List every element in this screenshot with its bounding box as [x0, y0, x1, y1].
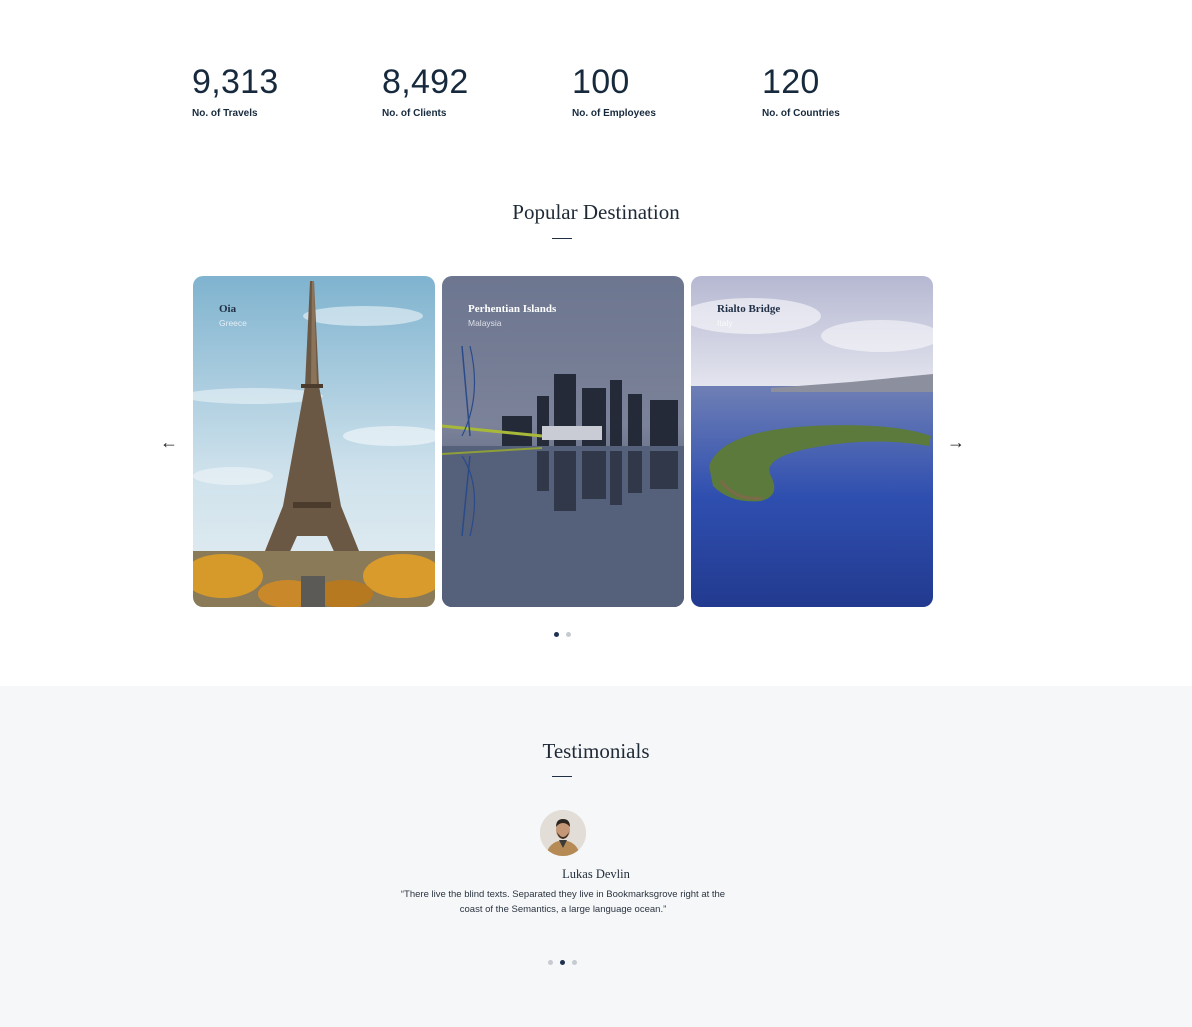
arrow-right-icon[interactable]: →: [944, 430, 968, 454]
pagination-dot[interactable]: [566, 632, 571, 637]
stat-label: No. of Clients: [382, 108, 447, 119]
arrow-left-icon[interactable]: ←: [157, 430, 181, 454]
pagination-dot[interactable]: [548, 960, 553, 965]
destination-title: Perhentian Islands: [468, 303, 557, 315]
stats-row: 9,313 No. of Travels 8,492 No. of Client…: [192, 62, 952, 132]
stat-value: 100: [572, 63, 630, 101]
stat-value: 8,492: [382, 63, 469, 101]
destination-carousel: ← → Oia Greece Perhentian Islands Malays…: [0, 276, 1192, 608]
stat-value: 9,313: [192, 63, 279, 101]
pagination-dot[interactable]: [572, 960, 577, 965]
testimonial-quote: “There live the blind texts. Separated t…: [400, 889, 726, 915]
stat-travels: 9,313 No. of Travels: [192, 62, 372, 119]
testimonial-pagination: [548, 960, 577, 965]
stat-value: 120: [762, 63, 820, 101]
destination-card-oia[interactable]: Oia Greece: [193, 276, 435, 607]
title-divider: [552, 776, 572, 777]
stat-label: No. of Travels: [192, 108, 258, 119]
testimonial-author: Lukas Devlin: [562, 867, 630, 881]
stat-countries: 120 No. of Countries: [762, 62, 942, 119]
destination-subtitle: Greece: [219, 318, 247, 328]
person-icon: [540, 810, 586, 856]
destination-card-rialto-bridge[interactable]: Rialto Bridge Italy: [691, 276, 933, 607]
pagination-dot[interactable]: [554, 632, 559, 637]
title-divider: [552, 238, 572, 239]
popular-destination-title: Popular Destination: [512, 200, 680, 224]
destination-title: Oia: [219, 303, 237, 315]
stat-label: No. of Employees: [572, 108, 656, 119]
destination-subtitle: Malaysia: [468, 318, 502, 328]
destination-subtitle: Italy: [717, 318, 733, 328]
destination-card-perhentian-islands[interactable]: Perhentian Islands Malaysia: [442, 276, 684, 607]
destination-pagination: [554, 632, 571, 637]
stat-employees: 100 No. of Employees: [572, 62, 752, 119]
pagination-dot[interactable]: [560, 960, 565, 965]
stat-label: No. of Countries: [762, 108, 840, 119]
testimonials-title: Testimonials: [542, 739, 650, 763]
testimonials-section: Testimonials Lukas Devlin “There live th…: [0, 686, 1192, 1027]
avatar: [540, 810, 586, 856]
destination-title: Rialto Bridge: [717, 303, 781, 315]
stat-clients: 8,492 No. of Clients: [382, 62, 562, 119]
